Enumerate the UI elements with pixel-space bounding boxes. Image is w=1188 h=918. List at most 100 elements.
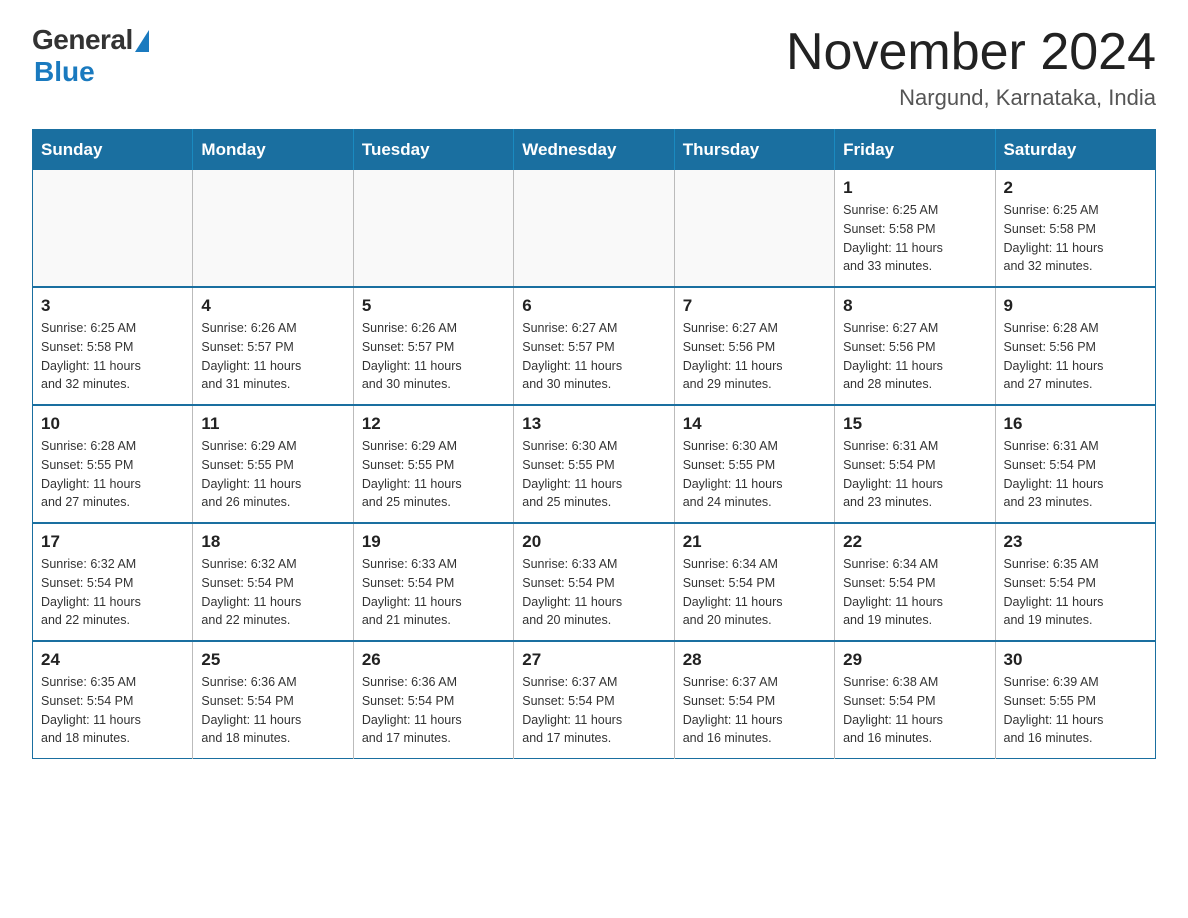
- calendar-cell: 13 Sunrise: 6:30 AM Sunset: 5:55 PM Dayli…: [514, 405, 674, 523]
- header-monday: Monday: [193, 130, 353, 171]
- day-number: 28: [683, 650, 826, 670]
- day-info: Sunrise: 6:31 AM Sunset: 5:54 PM Dayligh…: [1004, 437, 1147, 512]
- calendar-week-row: 24 Sunrise: 6:35 AM Sunset: 5:54 PM Dayli…: [33, 641, 1156, 759]
- header-sunday: Sunday: [33, 130, 193, 171]
- logo-text-general: General: [32, 24, 133, 56]
- day-number: 22: [843, 532, 986, 552]
- day-number: 14: [683, 414, 826, 434]
- calendar-cell: 6 Sunrise: 6:27 AM Sunset: 5:57 PM Daylig…: [514, 287, 674, 405]
- calendar-week-row: 1 Sunrise: 6:25 AM Sunset: 5:58 PM Daylig…: [33, 170, 1156, 287]
- day-number: 4: [201, 296, 344, 316]
- day-number: 6: [522, 296, 665, 316]
- day-number: 23: [1004, 532, 1147, 552]
- day-number: 1: [843, 178, 986, 198]
- calendar-subtitle: Nargund, Karnataka, India: [786, 85, 1156, 111]
- calendar-cell: 18 Sunrise: 6:32 AM Sunset: 5:54 PM Dayli…: [193, 523, 353, 641]
- calendar-cell: [353, 170, 513, 287]
- day-info: Sunrise: 6:31 AM Sunset: 5:54 PM Dayligh…: [843, 437, 986, 512]
- day-info: Sunrise: 6:33 AM Sunset: 5:54 PM Dayligh…: [362, 555, 505, 630]
- day-info: Sunrise: 6:28 AM Sunset: 5:55 PM Dayligh…: [41, 437, 184, 512]
- calendar-cell: 28 Sunrise: 6:37 AM Sunset: 5:54 PM Dayli…: [674, 641, 834, 759]
- logo: General Blue: [32, 24, 149, 88]
- header-saturday: Saturday: [995, 130, 1155, 171]
- day-info: Sunrise: 6:25 AM Sunset: 5:58 PM Dayligh…: [41, 319, 184, 394]
- calendar-header-row: SundayMondayTuesdayWednesdayThursdayFrid…: [33, 130, 1156, 171]
- day-number: 8: [843, 296, 986, 316]
- day-info: Sunrise: 6:25 AM Sunset: 5:58 PM Dayligh…: [1004, 201, 1147, 276]
- day-number: 26: [362, 650, 505, 670]
- calendar-cell: 25Sunrise: 6:36 AM Sunset: 5:54 PM Dayli…: [193, 641, 353, 759]
- day-info: Sunrise: 6:38 AM Sunset: 5:54 PM Dayligh…: [843, 673, 986, 748]
- calendar-week-row: 10 Sunrise: 6:28 AM Sunset: 5:55 PM Dayli…: [33, 405, 1156, 523]
- calendar-cell: 10 Sunrise: 6:28 AM Sunset: 5:55 PM Dayli…: [33, 405, 193, 523]
- day-number: 25: [201, 650, 344, 670]
- day-number: 17: [41, 532, 184, 552]
- day-info: Sunrise: 6:27 AM Sunset: 5:56 PM Dayligh…: [843, 319, 986, 394]
- calendar-cell: 21Sunrise: 6:34 AM Sunset: 5:54 PM Dayli…: [674, 523, 834, 641]
- calendar-cell: 22Sunrise: 6:34 AM Sunset: 5:54 PM Dayli…: [835, 523, 995, 641]
- calendar-cell: 1 Sunrise: 6:25 AM Sunset: 5:58 PM Daylig…: [835, 170, 995, 287]
- calendar-cell: 4 Sunrise: 6:26 AM Sunset: 5:57 PM Daylig…: [193, 287, 353, 405]
- header-thursday: Thursday: [674, 130, 834, 171]
- day-info: Sunrise: 6:25 AM Sunset: 5:58 PM Dayligh…: [843, 201, 986, 276]
- day-number: 20: [522, 532, 665, 552]
- day-number: 9: [1004, 296, 1147, 316]
- calendar-cell: 27Sunrise: 6:37 AM Sunset: 5:54 PM Dayli…: [514, 641, 674, 759]
- calendar-cell: 19Sunrise: 6:33 AM Sunset: 5:54 PM Dayli…: [353, 523, 513, 641]
- day-info: Sunrise: 6:29 AM Sunset: 5:55 PM Dayligh…: [362, 437, 505, 512]
- day-info: Sunrise: 6:39 AM Sunset: 5:55 PM Dayligh…: [1004, 673, 1147, 748]
- day-number: 13: [522, 414, 665, 434]
- day-number: 30: [1004, 650, 1147, 670]
- day-info: Sunrise: 6:26 AM Sunset: 5:57 PM Dayligh…: [201, 319, 344, 394]
- day-info: Sunrise: 6:36 AM Sunset: 5:54 PM Dayligh…: [362, 673, 505, 748]
- header-wednesday: Wednesday: [514, 130, 674, 171]
- day-number: 21: [683, 532, 826, 552]
- calendar-cell: 9 Sunrise: 6:28 AM Sunset: 5:56 PM Daylig…: [995, 287, 1155, 405]
- day-info: Sunrise: 6:33 AM Sunset: 5:54 PM Dayligh…: [522, 555, 665, 630]
- calendar-cell: 11Sunrise: 6:29 AM Sunset: 5:55 PM Dayli…: [193, 405, 353, 523]
- logo-triangle-icon: [135, 30, 149, 52]
- calendar-cell: 15Sunrise: 6:31 AM Sunset: 5:54 PM Dayli…: [835, 405, 995, 523]
- calendar-cell: 2 Sunrise: 6:25 AM Sunset: 5:58 PM Daylig…: [995, 170, 1155, 287]
- day-info: Sunrise: 6:37 AM Sunset: 5:54 PM Dayligh…: [683, 673, 826, 748]
- calendar-week-row: 3 Sunrise: 6:25 AM Sunset: 5:58 PM Daylig…: [33, 287, 1156, 405]
- day-number: 10: [41, 414, 184, 434]
- day-number: 2: [1004, 178, 1147, 198]
- day-number: 18: [201, 532, 344, 552]
- day-number: 29: [843, 650, 986, 670]
- day-number: 7: [683, 296, 826, 316]
- day-info: Sunrise: 6:27 AM Sunset: 5:57 PM Dayligh…: [522, 319, 665, 394]
- calendar-cell: 12 Sunrise: 6:29 AM Sunset: 5:55 PM Dayli…: [353, 405, 513, 523]
- day-number: 27: [522, 650, 665, 670]
- day-number: 5: [362, 296, 505, 316]
- calendar-cell: [514, 170, 674, 287]
- header-friday: Friday: [835, 130, 995, 171]
- calendar-cell: 16 Sunrise: 6:31 AM Sunset: 5:54 PM Dayli…: [995, 405, 1155, 523]
- day-number: 3: [41, 296, 184, 316]
- calendar-cell: 5 Sunrise: 6:26 AM Sunset: 5:57 PM Daylig…: [353, 287, 513, 405]
- day-info: Sunrise: 6:30 AM Sunset: 5:55 PM Dayligh…: [522, 437, 665, 512]
- calendar-cell: 3 Sunrise: 6:25 AM Sunset: 5:58 PM Daylig…: [33, 287, 193, 405]
- day-number: 24: [41, 650, 184, 670]
- header-tuesday: Tuesday: [353, 130, 513, 171]
- calendar-cell: [193, 170, 353, 287]
- calendar-table: SundayMondayTuesdayWednesdayThursdayFrid…: [32, 129, 1156, 759]
- day-number: 16: [1004, 414, 1147, 434]
- day-info: Sunrise: 6:32 AM Sunset: 5:54 PM Dayligh…: [201, 555, 344, 630]
- calendar-cell: [33, 170, 193, 287]
- day-info: Sunrise: 6:28 AM Sunset: 5:56 PM Dayligh…: [1004, 319, 1147, 394]
- day-info: Sunrise: 6:26 AM Sunset: 5:57 PM Dayligh…: [362, 319, 505, 394]
- logo-text-blue: Blue: [34, 56, 95, 88]
- calendar-cell: 29 Sunrise: 6:38 AM Sunset: 5:54 PM Dayli…: [835, 641, 995, 759]
- calendar-cell: 20 Sunrise: 6:33 AM Sunset: 5:54 PM Dayli…: [514, 523, 674, 641]
- day-info: Sunrise: 6:35 AM Sunset: 5:54 PM Dayligh…: [41, 673, 184, 748]
- calendar-cell: 24 Sunrise: 6:35 AM Sunset: 5:54 PM Dayli…: [33, 641, 193, 759]
- day-info: Sunrise: 6:27 AM Sunset: 5:56 PM Dayligh…: [683, 319, 826, 394]
- calendar-cell: 14Sunrise: 6:30 AM Sunset: 5:55 PM Dayli…: [674, 405, 834, 523]
- calendar-cell: 8 Sunrise: 6:27 AM Sunset: 5:56 PM Daylig…: [835, 287, 995, 405]
- day-info: Sunrise: 6:29 AM Sunset: 5:55 PM Dayligh…: [201, 437, 344, 512]
- calendar-title: November 2024: [786, 24, 1156, 81]
- title-block: November 2024 Nargund, Karnataka, India: [786, 24, 1156, 111]
- calendar-cell: 17Sunrise: 6:32 AM Sunset: 5:54 PM Dayli…: [33, 523, 193, 641]
- day-number: 12: [362, 414, 505, 434]
